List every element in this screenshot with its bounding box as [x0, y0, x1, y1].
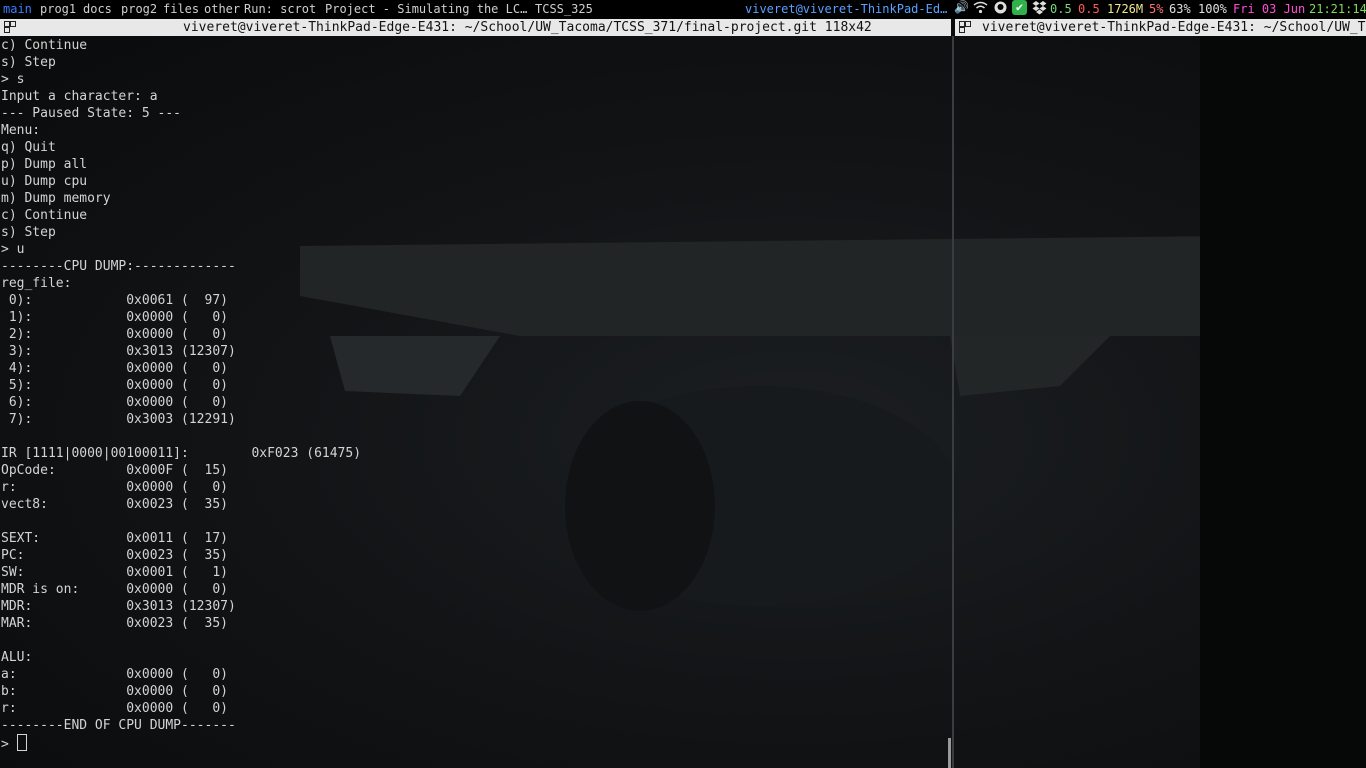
terminal-line: MAR: 0x0023 ( 35) [1, 616, 228, 631]
workspace-prog1[interactable]: prog1 [40, 0, 76, 19]
terminal-line: reg_file: [1, 276, 72, 291]
terminal-line: r: 0x0000 ( 0) [1, 480, 228, 495]
window-tab-project[interactable]: Project - Simulating the LC… [325, 0, 527, 19]
workspace-prog2[interactable]: prog2 [121, 0, 157, 19]
terminal-prompt: > [1, 737, 17, 752]
window-layout-icon[interactable] [4, 21, 16, 33]
terminal-line: r: 0x0000 ( 0) [1, 701, 228, 716]
terminal-line: MDR is on: 0x0000 ( 0) [1, 582, 228, 597]
load-average-2: 0.5 [1078, 2, 1100, 16]
terminal-line: 2): 0x0000 ( 0) [1, 327, 228, 342]
dropbox-icon[interactable] [1032, 0, 1047, 15]
date-display: Fri 03 Jun [1233, 2, 1306, 16]
terminal-line: 1): 0x0000 ( 0) [1, 310, 228, 325]
checkmark-icon[interactable]: ✔ [1012, 0, 1027, 15]
workspace-docs[interactable]: docs [83, 0, 112, 19]
terminal-line: Menu: [1, 123, 41, 138]
terminal-line: 7): 0x3003 (12291) [1, 412, 236, 427]
volume-icon[interactable]: 🔊 [954, 0, 969, 15]
terminal-line: 3): 0x3013 (12307) [1, 344, 236, 359]
window-divider[interactable] [952, 36, 954, 768]
left-window-title: viveret@viveret-ThinkPad-Edge-E431: ~/Sc… [183, 20, 872, 35]
terminal-line: IR [1111|0000|00100011]: 0xF023 (61475) [1, 446, 362, 461]
terminal-line: MDR: 0x3013 (12307) [1, 599, 236, 614]
wifi-icon[interactable] [973, 0, 988, 15]
terminal-line: SW: 0x0001 ( 1) [1, 565, 228, 580]
terminal-line: b: 0x0000 ( 0) [1, 684, 228, 699]
terminal-line: s) Step [1, 225, 56, 240]
terminal-line: --------CPU DUMP:------------- [1, 259, 236, 274]
battery-level: 63% [1169, 2, 1191, 16]
terminal-line: 0): 0x0061 ( 97) [1, 293, 228, 308]
workspace-files[interactable]: files [163, 0, 199, 19]
terminal-line: vect8: 0x0023 ( 35) [1, 497, 228, 512]
cpu-usage: 5% [1149, 2, 1164, 16]
top-status-bar: main prog1 docs prog2 files other Run: s… [0, 0, 1366, 19]
terminal-cursor[interactable] [16, 734, 27, 751]
terminal-output[interactable]: c) Continue s) Step > s Input a character: … [1, 37, 951, 767]
terminal-line: ALU: [1, 650, 33, 665]
terminal-line: c) Continue [1, 38, 88, 53]
volume-level: 100% [1198, 2, 1227, 16]
memory-usage: 1726M [1107, 2, 1144, 16]
terminal-line: q) Quit [1, 140, 56, 155]
left-window-titlebar[interactable]: viveret@viveret-ThinkPad-Edge-E431: ~/Sc… [0, 19, 951, 36]
terminal-line: OpCode: 0x000F ( 15) [1, 463, 228, 478]
right-window-titlebar[interactable]: viveret@viveret-ThinkPad-Edge-E431: ~/Sc… [955, 19, 1366, 36]
terminal-line: c) Continue [1, 208, 88, 223]
terminal-line: a: 0x0000 ( 0) [1, 667, 228, 682]
workspace-main[interactable]: main [3, 0, 32, 19]
terminal-line: 4): 0x0000 ( 0) [1, 361, 228, 376]
right-window-title: viveret@viveret-ThinkPad-Edge-E431: ~/Sc… [982, 20, 1366, 35]
terminal-line: 5): 0x0000 ( 0) [1, 378, 228, 393]
workspace-other[interactable]: other [204, 0, 240, 19]
terminal-prompt-line[interactable]: > [1, 734, 951, 752]
terminal-line: m) Dump memory [1, 191, 111, 206]
run-label: Run: scrot [244, 2, 317, 16]
terminal-line: > u [1, 242, 25, 257]
time-display: 21:21:14 [1309, 2, 1366, 16]
terminal-line: p) Dump all [1, 157, 88, 172]
load-average-1: 0.5 [1050, 2, 1072, 16]
terminal-scrollbar[interactable] [948, 738, 951, 768]
focused-window-title[interactable]: viveret@viveret-ThinkPad-Ed… [745, 0, 947, 19]
window-tab-tcss325[interactable]: TCSS_325 [535, 0, 593, 19]
terminal-line: PC: 0x0023 ( 35) [1, 548, 228, 563]
terminal-line: Input a character: a [1, 89, 158, 104]
terminal-line: --------END OF CPU DUMP------- [1, 718, 236, 733]
terminal-line: s) Step [1, 55, 56, 70]
terminal-line: > s [1, 72, 25, 87]
terminal-line: --- Paused State: 5 --- [1, 106, 182, 121]
github-icon[interactable] [993, 0, 1008, 15]
terminal-line: u) Dump cpu [1, 174, 88, 189]
terminal-line: SEXT: 0x0011 ( 17) [1, 531, 228, 546]
window-layout-icon[interactable] [959, 21, 971, 33]
terminal-line: 6): 0x0000 ( 0) [1, 395, 228, 410]
